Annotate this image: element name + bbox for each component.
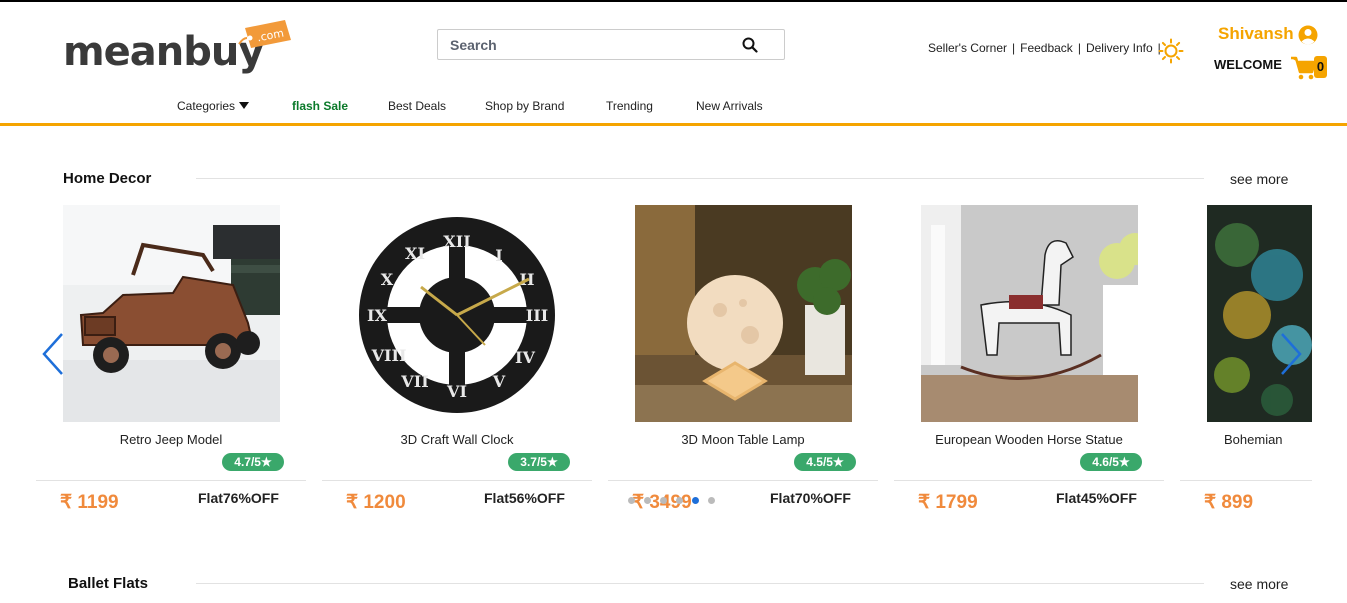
section-title-home-decor: Home Decor (63, 170, 152, 187)
carousel-dot[interactable] (708, 497, 715, 504)
sellers-corner-link[interactable]: Seller's Corner (928, 41, 1007, 55)
product-card[interactable]: Retro Jeep Model 4.7/5★ ₹ 1199 Flat76%OF… (36, 205, 306, 513)
product-name[interactable]: European Wooden Horse Statue (894, 432, 1164, 447)
section-divider (196, 583, 1204, 584)
product-discount: Flat70%OFF (770, 490, 851, 506)
rating-badge: 4.6/5★ (1080, 453, 1142, 471)
carousel-dot[interactable] (660, 497, 667, 504)
logo-text: meanbuy (63, 29, 264, 75)
svg-text:V: V (492, 372, 506, 391)
carousel-prev-arrow-icon[interactable] (40, 332, 66, 376)
product-card[interactable]: 3D Moon Table Lamp 4.5/5★ ₹ 3499 Flat70%… (608, 205, 878, 513)
product-image-jeep[interactable] (63, 205, 280, 422)
carousel-dot[interactable] (644, 497, 651, 504)
svg-text:VI: VI (446, 382, 467, 401)
nav-categories[interactable]: Categories (177, 99, 250, 113)
product-name[interactable]: 3D Moon Table Lamp (608, 432, 878, 447)
delivery-info-link[interactable]: Delivery Info (1086, 41, 1153, 55)
star-icon: ★ (1118, 455, 1130, 469)
rating-value: 4.6/5 (1092, 455, 1119, 469)
section-divider (196, 178, 1204, 179)
nav-categories-label: Categories (177, 99, 236, 113)
card-divider (322, 480, 592, 481)
search-input[interactable] (438, 30, 762, 59)
header-rule (0, 123, 1347, 126)
section-title-ballet-flats: Ballet Flats (68, 575, 149, 592)
see-more-ballet-flats[interactable]: see more (1230, 576, 1288, 592)
carousel-next-arrow-icon[interactable] (1278, 332, 1304, 376)
svg-text:XI: XI (405, 244, 425, 263)
svg-text:X: X (381, 270, 394, 289)
carousel-dot[interactable] (676, 497, 683, 504)
product-image-horse[interactable] (921, 205, 1138, 422)
rating-value: 3.7/5 (520, 455, 547, 469)
separator: | (1011, 41, 1016, 55)
logo-tag-icon: .com (235, 18, 291, 50)
svg-text:IV: IV (515, 348, 535, 367)
star-icon: ★ (546, 455, 558, 469)
separator: | (1077, 41, 1081, 55)
svg-text:III: III (526, 306, 548, 325)
product-image-moon-lamp[interactable] (635, 205, 852, 422)
rating-badge: 4.5/5★ (794, 453, 856, 471)
rating-badge: 4.7/5★ (222, 453, 284, 471)
nav-new-arrivals[interactable]: New Arrivals (696, 99, 763, 113)
product-card[interactable]: XIIVI IXIII III IVV VIIVIII XXI 3D Craft… (322, 205, 592, 513)
star-icon: ★ (260, 455, 272, 469)
site-header: meanbuy .com Seller's Corner | Feedback | De… (0, 2, 1347, 124)
star-icon: ★ (832, 455, 844, 469)
card-divider (1180, 480, 1312, 481)
nav-flash-sale[interactable]: flash Sale (292, 99, 348, 113)
rating-value: 4.5/5 (806, 455, 833, 469)
top-links: Seller's Corner | Feedback | Delivery Info | (928, 41, 1166, 55)
product-name[interactable]: 3D Craft Wall Clock (322, 432, 592, 447)
svg-text:IX: IX (367, 306, 387, 325)
user-icon[interactable] (1298, 25, 1318, 45)
see-more-home-decor[interactable]: see more (1230, 171, 1288, 187)
carousel-dot[interactable] (628, 497, 635, 504)
caret-down-icon (239, 102, 250, 109)
card-divider (894, 480, 1164, 481)
product-discount: Flat45%OFF (1056, 490, 1137, 506)
nav-trending[interactable]: Trending (606, 99, 653, 113)
product-price: ₹ 1799 (918, 492, 978, 513)
product-price: ₹ 899 (1204, 492, 1254, 510)
product-image-bohemian[interactable] (1207, 205, 1312, 422)
product-name[interactable]: Retro Jeep Model (36, 432, 306, 447)
product-discount: Flat56%OFF (484, 490, 565, 506)
search-icon[interactable] (742, 37, 758, 53)
svg-text:VII: VII (400, 372, 428, 391)
welcome-label: WELCOME (1214, 57, 1282, 72)
nav-shop-by-brand[interactable]: Shop by Brand (485, 99, 564, 113)
product-discount: Flat76%OFF (198, 490, 279, 506)
search-box (437, 29, 785, 60)
product-price: ₹ 1200 (346, 492, 406, 513)
carousel-dot-active[interactable] (692, 497, 699, 504)
product-name[interactable]: Bohemian (1224, 432, 1283, 447)
nav-best-deals[interactable]: Best Deals (388, 99, 446, 113)
svg-text:VIII: VIII (371, 346, 407, 365)
user-name[interactable]: Shivansh (1218, 24, 1294, 44)
card-divider (36, 480, 306, 481)
feedback-link[interactable]: Feedback (1020, 41, 1073, 55)
product-card[interactable]: European Wooden Horse Statue 4.6/5★ ₹ 17… (894, 205, 1164, 513)
svg-text:XII: XII (443, 232, 470, 251)
rating-value: 4.7/5 (234, 455, 261, 469)
sun-icon[interactable] (1158, 38, 1184, 64)
cart-count-badge[interactable]: 0 (1314, 56, 1327, 78)
rating-badge: 3.7/5★ (508, 453, 570, 471)
product-image-clock[interactable]: XIIVI IXIII III IVV VIIVIII XXI (349, 205, 566, 422)
svg-text:I: I (495, 246, 502, 265)
card-divider (608, 480, 878, 481)
product-price: ₹ 1199 (60, 492, 119, 513)
